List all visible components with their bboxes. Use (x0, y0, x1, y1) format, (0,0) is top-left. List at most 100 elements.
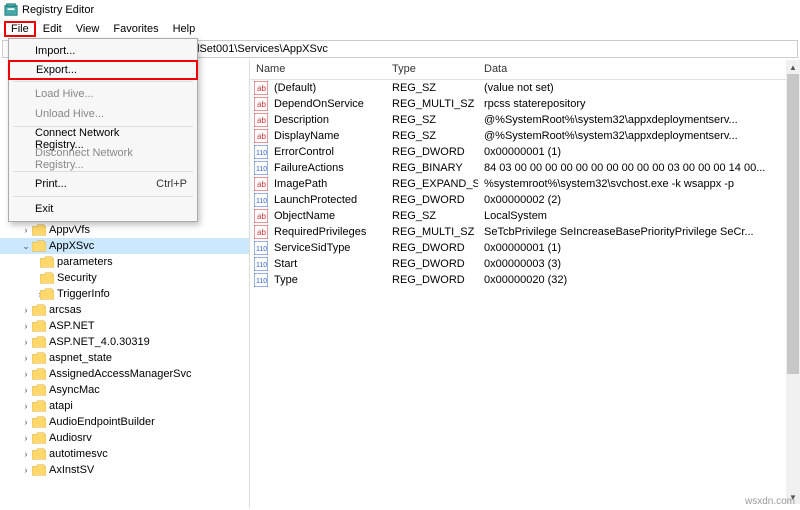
value-type: REG_DWORD (386, 274, 478, 286)
list-row[interactable]: abDisplayNameREG_SZ@%SystemRoot%\system3… (250, 128, 800, 144)
list-row[interactable]: ab(Default)REG_SZ(value not set) (250, 80, 800, 96)
list-row[interactable]: abDependOnServiceREG_MULTI_SZrpcss state… (250, 96, 800, 112)
menu-edit[interactable]: Edit (36, 22, 69, 36)
list-row[interactable]: 110ServiceSidTypeREG_DWORD0x00000001 (1) (250, 240, 800, 256)
menu-load-hive: Load Hive... (9, 84, 197, 104)
chevron-right-icon[interactable]: › (20, 353, 32, 363)
chevron-right-icon[interactable]: › (20, 417, 32, 427)
title-bar: Registry Editor (0, 0, 800, 20)
chevron-right-icon[interactable]: › (20, 449, 32, 459)
tree-label: AppvVfs (49, 224, 90, 236)
folder-icon (32, 304, 46, 316)
binary-value-icon: 110 (254, 273, 268, 287)
menu-print[interactable]: Print... Ctrl+P (9, 174, 197, 194)
menu-favorites[interactable]: Favorites (106, 22, 165, 36)
menu-exit[interactable]: Exit (9, 199, 197, 219)
menu-view[interactable]: View (69, 22, 107, 36)
tree-item-appxsvc[interactable]: ⌄ AppXSvc (0, 238, 249, 254)
value-data: 0x00000002 (2) (478, 194, 800, 206)
list-row[interactable]: 110TypeREG_DWORD0x00000020 (32) (250, 272, 800, 288)
value-data: rpcss staterepository (478, 98, 800, 110)
value-type: REG_SZ (386, 114, 478, 126)
chevron-right-icon[interactable]: › (20, 337, 32, 347)
separator (13, 171, 193, 172)
binary-value-icon: 110 (254, 241, 268, 255)
tree-label: TriggerInfo (57, 288, 110, 300)
menu-file[interactable]: File (4, 21, 36, 37)
tree-item-assignedaccessmanagersvc[interactable]: ›AssignedAccessManagerSvc (0, 366, 249, 382)
folder-icon (32, 432, 46, 444)
list-row[interactable]: abRequiredPrivilegesREG_MULTI_SZSeTcbPri… (250, 224, 800, 240)
values-pane: Name Type Data ab(Default)REG_SZ(value n… (250, 60, 800, 508)
tree-item-security[interactable]: Security (0, 270, 249, 286)
svg-text:ab: ab (257, 180, 266, 189)
value-name: Description (268, 114, 386, 126)
value-data: (value not set) (478, 82, 800, 94)
list-row[interactable]: abObjectNameREG_SZLocalSystem (250, 208, 800, 224)
tree-item-parameters[interactable]: parameters (0, 254, 249, 270)
folder-icon (32, 384, 46, 396)
chevron-right-icon[interactable]: › (20, 433, 32, 443)
tree-label: Security (57, 272, 97, 284)
tree-item-appvvfs[interactable]: › AppvVfs (0, 222, 249, 238)
chevron-right-icon[interactable]: › (20, 385, 32, 395)
list-row[interactable]: 110LaunchProtectedREG_DWORD0x00000002 (2… (250, 192, 800, 208)
tree-label: parameters (57, 256, 113, 268)
tree-item-autotimesvc[interactable]: ›autotimesvc (0, 446, 249, 462)
folder-icon (32, 448, 46, 460)
menu-export[interactable]: Export... (8, 60, 198, 80)
value-name: Start (268, 258, 386, 270)
value-name: ErrorControl (268, 146, 386, 158)
value-data: @%SystemRoot%\system32\appxdeploymentser… (478, 130, 800, 142)
chevron-right-icon[interactable]: › (20, 369, 32, 379)
string-value-icon: ab (254, 225, 268, 239)
list-row[interactable]: 110ErrorControlREG_DWORD0x00000001 (1) (250, 144, 800, 160)
tree-item-atapi[interactable]: ›atapi (0, 398, 249, 414)
vertical-scrollbar[interactable]: ▲ ▼ (786, 60, 800, 504)
chevron-right-icon[interactable]: › (20, 305, 32, 315)
chevron-right-icon[interactable]: › (20, 465, 32, 475)
folder-icon (40, 256, 54, 268)
chevron-right-icon[interactable]: › (20, 225, 32, 235)
header-name[interactable]: Name (250, 60, 386, 79)
tree-item-arcsas[interactable]: ›arcsas (0, 302, 249, 318)
separator (13, 196, 193, 197)
header-type[interactable]: Type (386, 60, 478, 79)
value-data: 0x00000020 (32) (478, 274, 800, 286)
tree-item-audiosrv[interactable]: ›Audiosrv (0, 430, 249, 446)
watermark: wsxdn.com (745, 496, 795, 507)
chevron-right-icon[interactable]: › (20, 321, 32, 331)
svg-text:110: 110 (256, 166, 267, 173)
chevron-down-icon[interactable]: ⌄ (20, 241, 32, 252)
list-row[interactable]: abImagePathREG_EXPAND_SZ%systemroot%\sys… (250, 176, 800, 192)
string-value-icon: ab (254, 97, 268, 111)
list-row[interactable]: 110StartREG_DWORD0x00000003 (3) (250, 256, 800, 272)
svg-text:ab: ab (257, 132, 266, 141)
list-body[interactable]: ab(Default)REG_SZ(value not set)abDepend… (250, 80, 800, 508)
string-value-icon: ab (254, 177, 268, 191)
folder-icon (32, 320, 46, 332)
svg-text:ab: ab (257, 84, 266, 93)
list-row[interactable]: abDescriptionREG_SZ@%SystemRoot%\system3… (250, 112, 800, 128)
value-type: REG_DWORD (386, 146, 478, 158)
value-data: 0x00000003 (3) (478, 258, 800, 270)
menu-help[interactable]: Help (166, 22, 203, 36)
tree-item-triggerinfo[interactable]: ›TriggerInfo (0, 286, 249, 302)
tree-item-asp.net_4.0.30319[interactable]: ›ASP.NET_4.0.30319 (0, 334, 249, 350)
tree-item-audioendpointbuilder[interactable]: ›AudioEndpointBuilder (0, 414, 249, 430)
tree-item-axinstsv[interactable]: ›AxInstSV (0, 462, 249, 478)
value-data: LocalSystem (478, 210, 800, 222)
tree-item-aspnet_state[interactable]: ›aspnet_state (0, 350, 249, 366)
tree-label: AppXSvc (49, 240, 94, 252)
tree-item-asp.net[interactable]: ›ASP.NET (0, 318, 249, 334)
chevron-right-icon[interactable]: › (20, 401, 32, 411)
menu-connect-network[interactable]: Connect Network Registry... (9, 129, 197, 149)
value-type: REG_BINARY (386, 162, 478, 174)
scroll-up-icon[interactable]: ▲ (786, 60, 800, 74)
scroll-thumb[interactable] (787, 74, 799, 374)
folder-icon (32, 352, 46, 364)
menu-import[interactable]: Import... (9, 41, 197, 61)
list-row[interactable]: 110FailureActionsREG_BINARY84 03 00 00 0… (250, 160, 800, 176)
header-data[interactable]: Data (478, 60, 800, 79)
tree-item-asyncmac[interactable]: ›AsyncMac (0, 382, 249, 398)
